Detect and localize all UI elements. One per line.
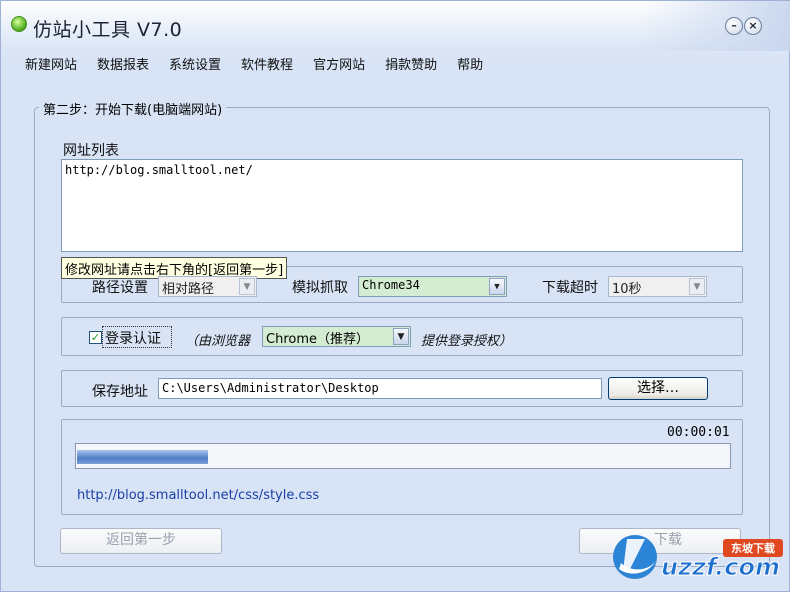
menu-item-settings[interactable]: 系统设置: [159, 57, 231, 75]
app-window: 仿站小工具 V7.0 – × 新建网站 数据报表 系统设置 软件教程 官方网站 …: [0, 0, 790, 592]
crawl-select[interactable]: Chrome34 ▼: [358, 276, 507, 297]
browser-value: Chrome（推荐）: [266, 332, 369, 347]
timeout-select[interactable]: 10秒 ▼: [608, 276, 707, 297]
progress-fill: [77, 450, 208, 464]
menu-item-official-site[interactable]: 官方网站: [303, 57, 375, 75]
app-logo-icon: [11, 16, 27, 32]
timeout-value: 10秒: [612, 282, 642, 297]
menu-item-donate[interactable]: 捐款赞助: [375, 57, 447, 75]
url-list-textarea[interactable]: http://blog.smalltool.net/: [61, 159, 743, 252]
progress-bar: [75, 443, 731, 469]
menu-item-reports[interactable]: 数据报表: [87, 57, 159, 75]
save-path-input[interactable]: C:\Users\Administrator\Desktop: [158, 378, 602, 399]
crawl-value: Chrome34: [362, 278, 420, 292]
step-title: 第二步：开始下载(电脑端网站): [39, 99, 227, 118]
uzzf-watermark-logo: 东坡下载 uzzf.com: [613, 535, 783, 582]
save-path-label: 保存地址: [92, 384, 148, 400]
menu-item-tutorial[interactable]: 软件教程: [231, 57, 303, 75]
window-title: 仿站小工具 V7.0: [33, 19, 183, 41]
url-list-label: 网址列表: [63, 143, 119, 159]
back-to-step-one-button[interactable]: 返回第一步: [60, 528, 222, 554]
chevron-down-icon: ▼: [239, 278, 255, 295]
path-setting-select[interactable]: 相对路径 ▼: [158, 276, 257, 297]
watermark-text: uzzf.com: [661, 553, 780, 581]
menu-item-new-site[interactable]: 新建网站: [15, 57, 87, 75]
login-label[interactable]: 登录认证: [105, 328, 161, 348]
menu-item-help[interactable]: 帮助: [447, 57, 493, 75]
crawl-label: 模拟抓取: [292, 280, 348, 296]
timeout-label: 下载超时: [542, 280, 598, 296]
login-checkbox[interactable]: ✓: [89, 331, 102, 344]
minimize-icon[interactable]: –: [725, 17, 743, 35]
browse-button[interactable]: 选择…: [608, 377, 708, 400]
login-hint-right: 提供登录授权）: [421, 334, 513, 349]
menu-bar: 新建网站 数据报表 系统设置 软件教程 官方网站 捐款赞助 帮助: [15, 57, 493, 75]
login-hint-left: （由浏览器: [185, 334, 251, 349]
chevron-down-icon: ▼: [489, 278, 505, 295]
elapsed-time: 00:00:01: [667, 425, 730, 440]
browser-select[interactable]: Chrome（推荐） ▼: [262, 326, 411, 347]
chevron-down-icon: ▼: [689, 278, 705, 295]
chevron-down-icon: ▼: [393, 328, 409, 345]
current-url-link[interactable]: http://blog.smalltool.net/css/style.css: [77, 488, 319, 503]
path-setting-value: 相对路径: [162, 282, 215, 297]
path-setting-label: 路径设置: [92, 280, 148, 296]
close-icon[interactable]: ×: [744, 17, 762, 35]
